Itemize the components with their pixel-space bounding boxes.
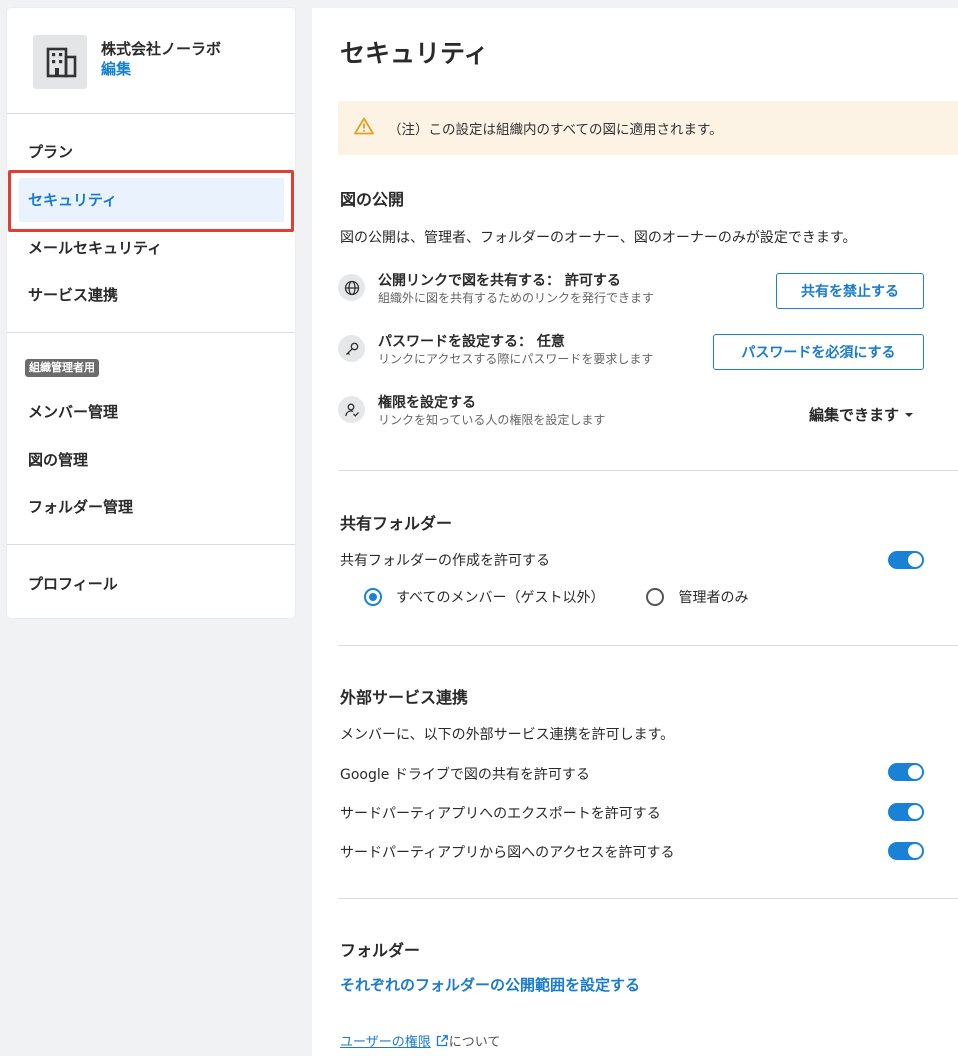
setting-subtitle: リンクを知っている人の権限を設定します [378, 413, 606, 427]
sidebar: 株式会社ノーラボ 編集 プラン セキュリティ メールセキュリティ サービス連携 … [7, 8, 295, 618]
admin-badge: 組織管理者用 [25, 359, 99, 377]
external-description: メンバーに、以下の外部サービス連携を許可します。 [340, 727, 675, 743]
folder-visibility-link[interactable]: それぞれのフォルダーの公開範囲を設定する [340, 974, 640, 995]
divider [7, 113, 295, 114]
google-drive-toggle[interactable] [888, 763, 924, 781]
notice-banner: （注）この設定は組織内のすべての図に適用されます。 [338, 101, 958, 155]
section-title-folder: フォルダー [340, 941, 421, 960]
shared-folder-toggle-label: 共有フォルダーの作成を許可する [340, 553, 550, 569]
footer-suffix: について [448, 1035, 501, 1050]
caret-down-icon [905, 412, 914, 417]
globe-icon [338, 274, 365, 301]
shared-folder-radio-group: すべてのメンバー（ゲスト以外） 管理者のみ [364, 587, 748, 607]
setting-subtitle: リンクにアクセスする際にパスワードを要求します [378, 352, 654, 366]
building-icon [33, 35, 87, 89]
main-panel: セキュリティ （注）この設定は組織内のすべての図に適用されます。 図の公開 図の… [312, 8, 958, 1056]
user-permissions-link[interactable]: ユーザーの権限 [340, 1031, 431, 1050]
require-password-button[interactable]: パスワードを必須にする [713, 334, 924, 370]
section-title-publish: 図の公開 [340, 190, 405, 209]
sidebar-item-folders[interactable]: フォルダー管理 [7, 485, 295, 529]
setting-title: 公開リンクで図を共有する： 許可する [378, 273, 621, 289]
radio-label-all-members: すべてのメンバー（ゲスト以外） [396, 590, 605, 606]
sidebar-item-diagrams[interactable]: 図の管理 [7, 438, 295, 482]
publish-description: 図の公開は、管理者、フォルダーのオーナー、図のオーナーのみが設定できます。 [340, 230, 857, 246]
notice-text: （注）この設定は組織内のすべての図に適用されます。 [388, 122, 723, 138]
external-item-label: サードパーティアプリから図へのアクセスを許可する [340, 845, 675, 861]
external-link-icon[interactable] [435, 1034, 449, 1048]
radio-admins-only[interactable] [646, 588, 665, 606]
sidebar-item-security[interactable]: セキュリティ [19, 178, 284, 222]
divider [338, 645, 958, 646]
divider [338, 898, 958, 899]
divider [338, 470, 958, 471]
radio-all-members[interactable] [364, 588, 382, 606]
external-item-label: Google ドライブで図の共有を許可する [340, 767, 590, 783]
sidebar-item-integrations[interactable]: サービス連携 [7, 273, 295, 317]
org-name: 株式会社ノーラボ [101, 40, 222, 58]
divider [7, 332, 295, 333]
setting-row-password: パスワードを設定する： 任意 リンクにアクセスする際にパスワードを要求します [338, 333, 653, 368]
third-party-access-toggle[interactable] [888, 842, 924, 860]
disable-sharing-button[interactable]: 共有を禁止する [776, 273, 924, 309]
page-title: セキュリティ [340, 39, 489, 68]
section-title-shared-folder: 共有フォルダー [340, 514, 453, 533]
external-item-label: サードパーティアプリへのエクスポートを許可する [340, 806, 661, 822]
key-icon [338, 335, 365, 362]
sidebar-item-profile[interactable]: プロフィール [7, 562, 295, 606]
third-party-export-toggle[interactable] [888, 803, 924, 821]
org-edit-link[interactable]: 編集 [101, 59, 221, 79]
permission-dropdown[interactable]: 編集できます [809, 404, 914, 425]
setting-title: 権限を設定する [378, 395, 476, 411]
permission-dropdown-value: 編集できます [809, 406, 900, 424]
section-title-external: 外部サービス連携 [340, 688, 469, 707]
divider [7, 544, 295, 545]
sidebar-item-mail-security[interactable]: メールセキュリティ [7, 226, 295, 270]
user-check-icon [338, 396, 365, 423]
org-header: 株式会社ノーラボ 編集 [33, 35, 221, 89]
radio-label-admins-only: 管理者のみ [678, 590, 749, 606]
setting-row-permission: 権限を設定する リンクを知っている人の権限を設定します [338, 394, 605, 429]
sidebar-item-members[interactable]: メンバー管理 [7, 390, 295, 434]
sidebar-item-plan[interactable]: プラン [7, 130, 295, 174]
warning-icon [354, 117, 374, 139]
footer-note: ユーザーの権限 について [340, 1031, 500, 1050]
shared-folder-toggle[interactable] [888, 551, 924, 569]
setting-subtitle: 組織外に図を共有するためのリンクを発行できます [378, 291, 655, 305]
setting-row-public-link: 公開リンクで図を共有する： 許可する 組織外に図を共有するためのリンクを発行でき… [338, 272, 654, 307]
setting-title: パスワードを設定する： 任意 [378, 334, 565, 350]
